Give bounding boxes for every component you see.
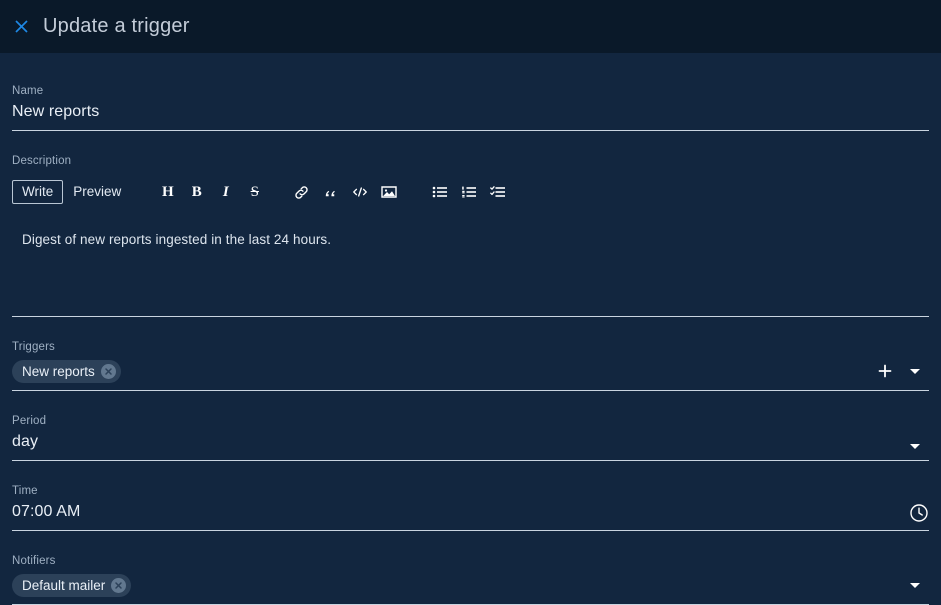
bold-button[interactable]: B xyxy=(182,179,211,205)
image-icon xyxy=(381,185,397,199)
period-label: Period xyxy=(12,415,47,427)
notifiers-chips-row: Default mailer xyxy=(12,570,929,604)
time-picker-button[interactable] xyxy=(909,503,929,528)
description-label: Description xyxy=(12,155,72,167)
numbered-list-icon xyxy=(461,185,477,199)
triggers-field: Triggers New reports xyxy=(12,317,929,391)
clock-icon xyxy=(909,503,929,528)
name-input[interactable]: New reports xyxy=(12,100,929,130)
notifiers-actions xyxy=(901,571,929,599)
image-button[interactable] xyxy=(374,179,403,205)
task-list-button[interactable] xyxy=(483,179,512,205)
name-label: Name xyxy=(12,85,44,97)
code-icon xyxy=(352,185,368,199)
time-input[interactable]: 07:00 AM xyxy=(12,500,80,530)
bulleted-list-icon xyxy=(432,185,448,199)
notifiers-dropdown-button[interactable] xyxy=(901,571,929,599)
description-textarea[interactable]: Digest of new reports ingested in the la… xyxy=(12,208,929,310)
time-label: Time xyxy=(12,485,38,497)
quote-icon xyxy=(323,185,338,200)
chip-label: Default mailer xyxy=(22,577,106,593)
heading-icon: H xyxy=(161,183,174,200)
bulleted-list-button[interactable] xyxy=(425,179,454,205)
notifiers-chips: Default mailer xyxy=(12,573,901,597)
chip[interactable]: Default mailer xyxy=(12,573,132,597)
chevron-down-icon xyxy=(910,582,920,588)
time-field: Time 07:00 AM xyxy=(12,461,929,531)
tab-preview[interactable]: Preview xyxy=(63,180,131,204)
triggers-label: Triggers xyxy=(12,341,55,353)
italic-button[interactable]: I xyxy=(211,179,240,205)
bold-icon: B xyxy=(191,183,202,200)
modal-body: Name New reports Description Write Previ… xyxy=(0,53,941,605)
chevron-down-icon xyxy=(910,368,920,374)
modal-title: Update a trigger xyxy=(43,15,190,37)
chevron-down-icon xyxy=(910,443,920,449)
period-select-row[interactable]: day xyxy=(12,430,929,460)
link-button[interactable] xyxy=(287,179,316,205)
chip-remove-icon[interactable] xyxy=(111,577,127,593)
quote-button[interactable] xyxy=(316,179,345,205)
triggers-actions xyxy=(871,357,929,385)
numbered-list-button[interactable] xyxy=(454,179,483,205)
chip-label: New reports xyxy=(22,363,95,379)
plus-icon xyxy=(877,363,893,379)
add-trigger-button[interactable] xyxy=(871,357,899,385)
strikethrough-button[interactable]: S xyxy=(240,179,269,205)
task-list-icon xyxy=(489,185,506,199)
tab-write[interactable]: Write xyxy=(12,180,64,204)
editor-toolbar: Write Preview H B I S xyxy=(12,176,929,208)
chip-remove-icon[interactable] xyxy=(100,363,116,379)
code-button[interactable] xyxy=(345,179,374,205)
description-field: Description Write Preview H B I S Digest… xyxy=(12,131,929,317)
name-field: Name New reports xyxy=(12,53,929,131)
triggers-chips: New reports xyxy=(12,359,871,383)
heading-button[interactable]: H xyxy=(153,179,182,205)
markdown-editor: Write Preview H B I S Digest of new repo… xyxy=(12,176,929,317)
link-icon xyxy=(294,185,309,200)
period-field: Period day xyxy=(12,391,929,461)
close-button[interactable] xyxy=(6,12,36,42)
modal-header: Update a trigger xyxy=(0,0,941,53)
notifiers-label: Notifiers xyxy=(12,555,56,567)
triggers-chips-row: New reports xyxy=(12,356,929,390)
notifiers-field: Notifiers Default mailer xyxy=(12,531,929,605)
triggers-dropdown-button[interactable] xyxy=(901,357,929,385)
italic-icon: I xyxy=(222,183,229,200)
period-value[interactable]: day xyxy=(12,430,901,460)
period-dropdown-button[interactable] xyxy=(901,432,929,460)
time-row: 07:00 AM xyxy=(12,500,929,530)
close-icon xyxy=(13,18,30,35)
chip[interactable]: New reports xyxy=(12,359,121,383)
strikethrough-icon: S xyxy=(250,183,259,200)
